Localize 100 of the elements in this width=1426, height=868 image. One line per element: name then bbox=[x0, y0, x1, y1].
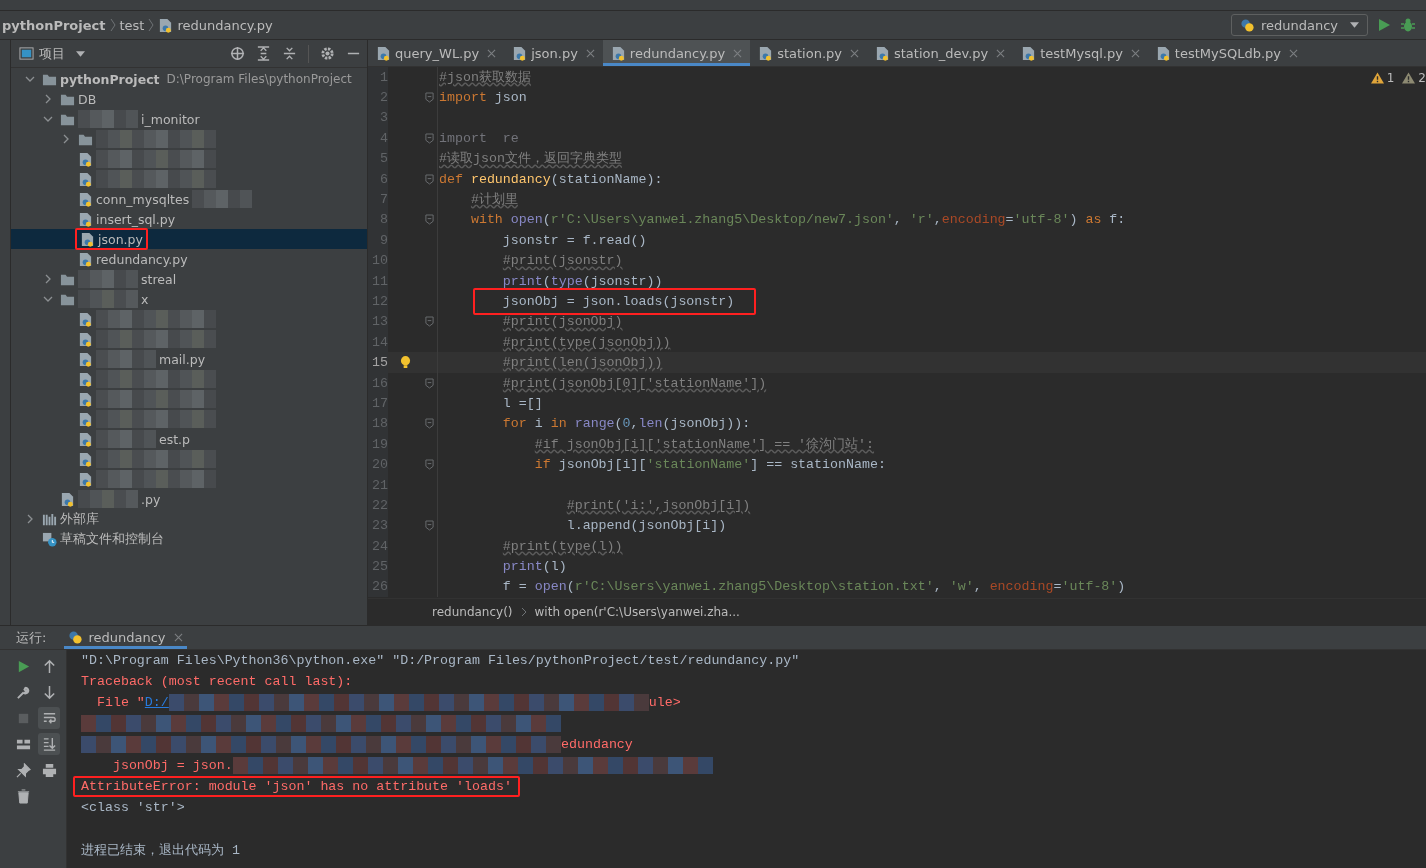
tree-row[interactable]: x bbox=[11, 289, 367, 309]
close-icon[interactable] bbox=[174, 633, 184, 642]
wrap-button[interactable] bbox=[38, 707, 60, 729]
expand-all-icon[interactable] bbox=[256, 46, 271, 61]
editor-tab[interactable]: station.py bbox=[750, 40, 867, 66]
file-link[interactable]: D:/ bbox=[144, 695, 169, 710]
tree-row[interactable]: i_monitor bbox=[11, 109, 367, 129]
run-configuration-dropdown[interactable]: redundancy bbox=[1230, 14, 1368, 36]
python-file-icon bbox=[78, 251, 93, 267]
settings-icon[interactable] bbox=[320, 46, 335, 61]
tree-row[interactable]: 外部库 bbox=[11, 509, 367, 529]
project-view-dropdown[interactable]: 项目 bbox=[17, 44, 87, 63]
chevron-icon[interactable] bbox=[43, 94, 53, 104]
wrench-icon bbox=[15, 684, 31, 700]
tree-item-label: redundancy.py bbox=[96, 251, 188, 267]
fold-marker-icon[interactable] bbox=[425, 214, 434, 226]
scroll-end-button[interactable] bbox=[38, 733, 60, 755]
tree-row[interactable]: json.py bbox=[11, 229, 367, 249]
run-tab[interactable]: redundancy bbox=[64, 626, 188, 649]
scratch-icon bbox=[42, 531, 57, 547]
fold-marker-icon[interactable] bbox=[425, 316, 434, 328]
breadcrumb-item[interactable]: test bbox=[119, 17, 145, 33]
locate-icon[interactable] bbox=[230, 46, 245, 61]
breadcrumb-item[interactable]: redundancy() bbox=[432, 605, 513, 619]
editor-tab[interactable]: query_WL.py bbox=[368, 40, 505, 66]
python-file-icon bbox=[78, 311, 93, 327]
tree-item-label: json.py bbox=[98, 231, 143, 247]
python-file-icon bbox=[78, 431, 93, 447]
tree-row[interactable]: insert_sql.py bbox=[11, 209, 367, 229]
python-file-icon bbox=[1021, 45, 1037, 61]
chevron-icon[interactable] bbox=[43, 114, 53, 124]
trash-icon bbox=[15, 788, 31, 804]
close-icon[interactable] bbox=[996, 48, 1006, 58]
caret-icon bbox=[76, 50, 85, 57]
run-icon[interactable] bbox=[1376, 17, 1392, 33]
chevron-icon[interactable] bbox=[25, 514, 35, 524]
tree-row[interactable]: .py bbox=[11, 489, 367, 509]
tree-row[interactable]: conn_mysqltes bbox=[11, 189, 367, 209]
tree-item-label: DB bbox=[78, 91, 97, 107]
chevron-icon[interactable] bbox=[61, 134, 71, 144]
fold-marker-icon[interactable] bbox=[425, 459, 434, 471]
editor-tab[interactable]: testMysql.py bbox=[1013, 40, 1148, 66]
tree-row[interactable]: 草稿文件和控制台 bbox=[11, 529, 367, 549]
fold-marker-icon[interactable] bbox=[425, 377, 434, 389]
tree-row[interactable]: pythonProject D:\Program Files\pythonProject bbox=[11, 69, 367, 89]
python-file-icon bbox=[78, 211, 93, 227]
tree-row[interactable]: mail.py bbox=[11, 349, 367, 369]
tree-row[interactable]: DB bbox=[11, 89, 367, 109]
tree-row[interactable]: redundancy.py bbox=[11, 249, 367, 269]
close-icon[interactable] bbox=[487, 48, 497, 58]
code-line: print(type(jsonstr)) bbox=[502, 272, 663, 290]
python-file-icon bbox=[875, 45, 890, 61]
breadcrumb-item[interactable]: pythonProject bbox=[2, 17, 106, 33]
wrap-icon bbox=[41, 710, 57, 726]
code-line: #print(jsonObj[0]['stationName']) bbox=[502, 374, 767, 392]
code-line: #print(jsonObj) bbox=[502, 313, 623, 331]
code-line: #计划里 bbox=[470, 191, 518, 209]
editor-tab[interactable]: json.py bbox=[504, 40, 603, 66]
editor-tab[interactable]: testMySQLdb.py bbox=[1147, 40, 1307, 66]
collapse-all-icon[interactable] bbox=[282, 46, 297, 61]
chevron-icon[interactable] bbox=[43, 274, 53, 284]
python-file-icon bbox=[78, 391, 93, 407]
breadcrumb-item[interactable]: redundancy.py bbox=[177, 17, 273, 33]
lightbulb-icon[interactable] bbox=[399, 355, 411, 371]
pin-icon bbox=[15, 762, 31, 778]
console-text: jsonObj = json. bbox=[111, 758, 233, 773]
close-icon[interactable] bbox=[585, 48, 595, 58]
fold-marker-icon[interactable] bbox=[425, 92, 434, 104]
editor-tab[interactable]: redundancy.py bbox=[602, 40, 751, 66]
python-file-icon bbox=[78, 351, 93, 367]
inspection-count[interactable]: 2 bbox=[1402, 71, 1426, 85]
tree-item-label: i_monitor bbox=[141, 111, 200, 127]
inspection-count[interactable]: 1 bbox=[1370, 71, 1395, 85]
fold-marker-icon[interactable] bbox=[425, 132, 434, 144]
tree-item-label: insert_sql.py bbox=[96, 211, 176, 227]
bug-icon[interactable] bbox=[1400, 17, 1416, 33]
code-line: import re bbox=[439, 129, 519, 147]
python-file-icon bbox=[78, 331, 93, 347]
chevron-icon[interactable] bbox=[25, 74, 35, 84]
tree-item-label: est.p bbox=[159, 431, 190, 447]
python-file-icon bbox=[758, 45, 774, 61]
close-icon[interactable] bbox=[850, 48, 859, 58]
code-line: #print(jsonstr) bbox=[502, 252, 623, 270]
python-file-icon bbox=[80, 231, 95, 247]
fold-marker-icon[interactable] bbox=[425, 173, 434, 185]
tree-row[interactable]: streal bbox=[11, 269, 367, 289]
breadcrumb-item[interactable]: with open(r'C:\Users\yanwei.zha... bbox=[534, 605, 740, 619]
code-line: l =[] bbox=[502, 394, 543, 412]
code-line: #json获取数据 bbox=[439, 68, 531, 86]
close-icon[interactable] bbox=[733, 48, 743, 58]
tree-row[interactable]: est.p bbox=[11, 429, 367, 449]
fold-marker-icon[interactable] bbox=[425, 418, 434, 430]
editor-tab[interactable]: station_dev.py bbox=[867, 40, 1014, 66]
python-file-icon bbox=[60, 491, 75, 507]
close-icon[interactable] bbox=[1130, 48, 1140, 58]
close-icon[interactable] bbox=[1289, 48, 1299, 58]
fold-marker-icon[interactable] bbox=[425, 520, 434, 532]
chevron-icon[interactable] bbox=[43, 294, 53, 304]
console-text: 进程已结束，退出代码为 1 bbox=[81, 841, 240, 859]
caret-icon bbox=[1350, 22, 1359, 28]
